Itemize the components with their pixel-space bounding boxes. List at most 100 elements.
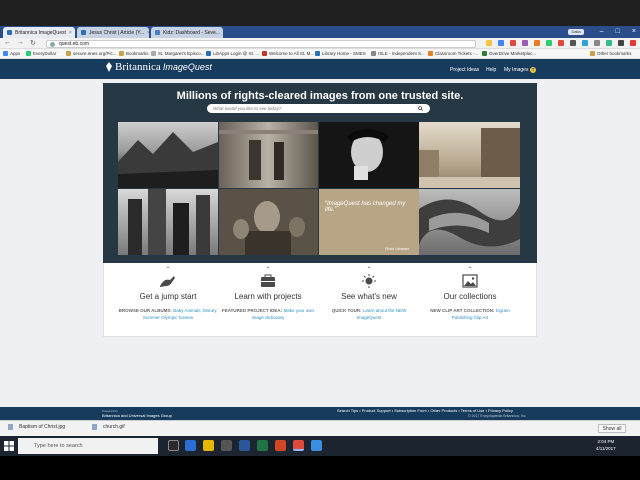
bookmark-item[interactable]: LibApps Login @ St. ... xyxy=(206,51,259,56)
show-all-button[interactable]: Show all xyxy=(598,424,626,433)
extension-icon[interactable] xyxy=(618,40,624,46)
info-icon[interactable]: ? xyxy=(530,67,536,73)
feature-our-collections: ⌃ Our collections NEW CLIP ART COLLECTIO… xyxy=(420,266,520,321)
caret-up-icon: ⌃ xyxy=(265,267,271,273)
bookmark-item[interactable]: Welcome to All St. M... xyxy=(262,51,314,56)
extension-icon[interactable] xyxy=(606,40,612,46)
britannica-favicon-icon xyxy=(7,30,12,35)
britannica-favicon-icon xyxy=(81,30,86,35)
file-icon xyxy=(92,424,97,430)
nav-project-ideas[interactable]: Project Ideas xyxy=(450,67,479,73)
profile-badge[interactable]: Dalia xyxy=(568,29,584,35)
tab-britannica-imagequest[interactable]: Britannica ImageQuest × xyxy=(3,27,75,38)
extension-icon[interactable] xyxy=(558,40,564,46)
photo-skyscrapers[interactable] xyxy=(118,189,218,255)
forward-icon[interactable]: → xyxy=(17,39,24,47)
extension-icon[interactable] xyxy=(498,40,504,46)
extension-icon[interactable] xyxy=(570,40,576,46)
bookmark-item[interactable]: Apps xyxy=(3,51,20,56)
photo-street-scene[interactable] xyxy=(419,122,520,188)
screen-bottom-bar xyxy=(0,456,640,480)
extension-icon[interactable] xyxy=(510,40,516,46)
bookmark-item[interactable]: St. Margaret's Episco... xyxy=(151,51,204,56)
task-view-icon[interactable] xyxy=(168,440,179,451)
bookmark-item[interactable]: EveryDollar xyxy=(26,51,56,56)
feature-description[interactable]: BROWSE OUR ALBUMS: Baby Animals, Money, … xyxy=(118,307,218,321)
download-item[interactable]: Baptism of Christ.jpg xyxy=(8,424,65,430)
quote-credit: Photo Librarian xyxy=(385,247,409,251)
bookmark-favicon-icon xyxy=(482,51,487,56)
store-icon[interactable] xyxy=(221,440,232,451)
folder-icon xyxy=(119,51,124,56)
feature-title: See what's new xyxy=(341,292,397,301)
nav-help[interactable]: Help xyxy=(486,67,496,73)
word-icon[interactable] xyxy=(239,440,250,451)
url-text: quest.eb.com xyxy=(59,40,90,47)
photo-portrait-man[interactable] xyxy=(319,122,419,188)
bookmark-star-icon[interactable] xyxy=(486,40,492,46)
search-icon[interactable] xyxy=(418,106,423,111)
extension-icon[interactable] xyxy=(546,40,552,46)
extension-icon[interactable] xyxy=(594,40,600,46)
bookmark-favicon-icon xyxy=(26,51,31,56)
site-info-icon[interactable] xyxy=(50,41,55,47)
close-tab-icon[interactable]: × xyxy=(220,30,224,36)
photo-factory-children[interactable] xyxy=(219,122,318,188)
search-input[interactable]: What would you like to see today? xyxy=(207,104,430,113)
apps-icon xyxy=(3,51,8,56)
feature-description[interactable]: QUICK TOUR: Learn about the NEW ImageQue… xyxy=(319,307,419,321)
close-tab-icon[interactable]: × xyxy=(144,30,149,36)
thistle-icon xyxy=(106,62,112,72)
footer-logo: Powered by Britannica and Universal Imag… xyxy=(102,409,172,418)
download-item[interactable]: church.gif xyxy=(92,424,125,430)
close-window-icon[interactable]: × xyxy=(632,28,636,35)
windows-start-icon[interactable] xyxy=(3,440,15,452)
taskbar-search-input[interactable]: Type here to search xyxy=(18,438,158,454)
sun-icon xyxy=(362,274,376,288)
bookmark-item[interactable]: ISLE - Independent S... xyxy=(371,51,425,56)
bookmark-item[interactable]: Library Home - SMES xyxy=(315,51,366,56)
app-icon[interactable] xyxy=(311,440,322,451)
back-icon[interactable]: ← xyxy=(4,39,11,47)
bookmark-item[interactable]: secure.enes.org/Pic... xyxy=(66,51,117,56)
quote-text: “ImageQuest has changed my life.” xyxy=(325,201,406,213)
feature-see-whats-new: ⌃ See what's new QUICK TOUR: Learn about… xyxy=(319,266,419,321)
svg-text:?: ? xyxy=(532,68,535,73)
file-icon xyxy=(8,424,13,430)
powerpoint-icon[interactable] xyxy=(275,440,286,451)
extension-icon[interactable] xyxy=(582,40,588,46)
chrome-icon[interactable] xyxy=(293,440,304,451)
britannica-imagequest-logo[interactable]: Britannica ImageQuest xyxy=(103,61,212,73)
close-tab-icon[interactable]: × xyxy=(66,30,72,36)
nav-my-images[interactable]: My Images xyxy=(504,67,528,73)
bookmark-item[interactable]: Classroom Tickets -... xyxy=(428,51,478,56)
photo-fabric-folds[interactable] xyxy=(419,189,520,255)
caret-up-icon: ⌃ xyxy=(366,267,372,273)
excel-icon[interactable] xyxy=(257,440,268,451)
testimonial-quote: “ImageQuest has changed my life.” xyxy=(319,189,419,255)
footer-links[interactable]: Search Tips • Product Support • Subscrip… xyxy=(337,408,513,413)
other-bookmarks[interactable]: Other bookmarks xyxy=(590,51,632,56)
edge-icon[interactable] xyxy=(185,440,196,451)
minimize-icon[interactable]: – xyxy=(600,28,604,35)
photo-migrant-mother[interactable] xyxy=(219,189,318,255)
tab-jesus-christ-article[interactable]: Jesus Christ | Article (Y... × xyxy=(77,27,149,38)
tab-label: Britannica ImageQuest xyxy=(15,29,66,36)
tab-kidz-dashboard[interactable]: Kidz: Dashboard - Seve... × xyxy=(151,27,223,38)
maximize-icon[interactable]: □ xyxy=(616,28,620,35)
bookmark-item[interactable]: OverDrive Marketplac... xyxy=(482,51,536,56)
site-footer xyxy=(0,407,640,420)
bookmark-item[interactable]: Bookmarks xyxy=(119,51,149,56)
feature-description[interactable]: FEATURED PROJECT IDEA: Make your own ima… xyxy=(218,307,318,321)
photo-mountains[interactable] xyxy=(118,122,218,188)
extension-icon[interactable] xyxy=(522,40,528,46)
reload-icon[interactable]: ↻ xyxy=(30,39,36,47)
address-bar[interactable]: quest.eb.com xyxy=(46,39,476,48)
extension-icon[interactable] xyxy=(534,40,540,46)
extension-icon[interactable] xyxy=(630,40,636,46)
taskbar-clock[interactable]: 2:04 PM 4/11/2017 xyxy=(596,438,616,452)
bookmark-favicon-icon xyxy=(315,51,320,56)
file-explorer-icon[interactable] xyxy=(203,440,214,451)
feature-description[interactable]: NEW CLIP ART COLLECTION: Ingram Publishi… xyxy=(420,307,520,321)
bookmark-favicon-icon xyxy=(371,51,376,56)
